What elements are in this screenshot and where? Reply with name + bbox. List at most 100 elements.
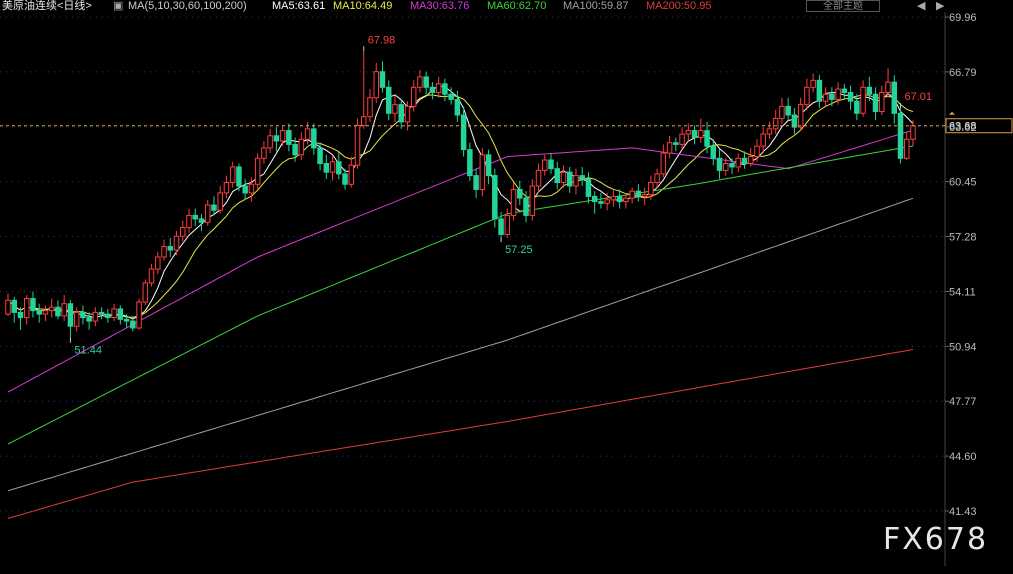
price-arrow-icon (949, 111, 955, 115)
candle-body (879, 91, 885, 113)
candle-body (379, 71, 386, 88)
candle-body (473, 175, 479, 190)
low-label: 51.44 (74, 345, 102, 357)
candle-body (329, 161, 336, 173)
candle-body (242, 185, 248, 194)
candle-body (254, 157, 261, 185)
candle-body (454, 98, 461, 116)
candle-body (885, 81, 891, 93)
indicator-icon[interactable]: ▣ (113, 0, 123, 13)
candle-body (804, 86, 810, 106)
candle-body (729, 162, 735, 168)
ma10-value: MA10:64.49 (333, 0, 393, 12)
candle-body (67, 303, 74, 327)
candle-body (223, 182, 230, 194)
candle-body (710, 145, 717, 159)
instrument-title[interactable]: 美原油连续<日线> (2, 0, 92, 13)
candle-body (816, 79, 823, 102)
candle-body (404, 105, 411, 123)
candle-body (741, 157, 748, 164)
candle-body (904, 138, 910, 159)
low-label: 57.25 (505, 244, 533, 256)
candle-body (585, 178, 592, 197)
candle-body (217, 192, 223, 211)
bottom-indicator-bar (0, 566, 1013, 574)
candle-body (679, 133, 685, 145)
candle-body (760, 133, 766, 147)
candle-body (648, 182, 654, 196)
grid-lines (0, 12, 946, 566)
candle-body (660, 152, 667, 175)
candle-body (548, 159, 554, 170)
candle-body (510, 188, 517, 216)
candle-body (860, 86, 866, 114)
candle-body (573, 175, 579, 187)
candle-body (866, 86, 873, 95)
candle-body (248, 183, 255, 194)
candle-body (148, 268, 155, 284)
candle-body (635, 190, 642, 197)
candle-body (554, 168, 560, 184)
next-icon[interactable]: ▶ (936, 0, 944, 12)
candle-body (604, 199, 610, 204)
candle-body (847, 91, 854, 102)
candle-body (23, 298, 30, 319)
candle-body (560, 171, 567, 184)
candle-body (754, 145, 760, 158)
candle-body (598, 201, 604, 204)
candle-body (86, 317, 92, 322)
candle-body (211, 204, 217, 211)
candle-body (448, 93, 454, 100)
price-axis: 69.9666.7963.6260.4557.2854.1150.9447.77… (945, 12, 977, 518)
candle-body (236, 166, 242, 187)
candle-body (623, 197, 629, 203)
candle-body (910, 125, 916, 140)
y-tick-label: 60.45 (949, 177, 977, 189)
ma30-value: MA30:63.76 (410, 0, 470, 12)
y-tick-label: 63.62 (949, 122, 977, 134)
candle-body (698, 130, 704, 139)
ma5-value: MA5:63.61 (272, 0, 326, 12)
candle-body (298, 138, 305, 156)
candle-body (492, 175, 498, 220)
candle-body (136, 301, 142, 329)
candle-body (98, 311, 105, 315)
candle-body (535, 169, 542, 187)
candle-body (304, 128, 311, 140)
candle-body (61, 303, 67, 317)
candle-body (286, 130, 292, 145)
candle-body (323, 162, 330, 173)
candles (5, 51, 916, 338)
candle-body (204, 204, 211, 223)
candle-body (779, 105, 785, 119)
candle-body (92, 311, 99, 322)
candle-body (498, 218, 504, 235)
candle-body (423, 76, 429, 88)
candle-body (73, 311, 80, 327)
candle-body (130, 320, 136, 329)
candle-body (336, 161, 342, 175)
candle-body (797, 104, 804, 128)
candle-body (267, 135, 273, 149)
candle-body (704, 130, 710, 147)
candle-body (317, 147, 323, 164)
candle-body (229, 166, 236, 184)
prev-icon[interactable]: ◀ (917, 0, 925, 12)
candle-body (872, 93, 879, 113)
candle-body (523, 197, 529, 216)
theme-button[interactable]: 全部主题 (806, 0, 880, 12)
candle-body (654, 173, 660, 184)
y-tick-label: 47.77 (949, 396, 977, 408)
candle-body (161, 246, 167, 258)
candle-body (685, 130, 692, 135)
candle-body (373, 71, 379, 99)
candle-body (348, 164, 355, 185)
candle-body (766, 128, 773, 135)
candle-body (772, 117, 779, 130)
candle-body (361, 116, 367, 126)
candle-body (616, 195, 623, 203)
candle-body (30, 298, 36, 312)
candle-body (173, 235, 180, 251)
candle-body (641, 194, 648, 197)
candlestick-chart: 63.68 67.9857.2551.4467.01 69.9666.7963.… (0, 12, 1013, 566)
